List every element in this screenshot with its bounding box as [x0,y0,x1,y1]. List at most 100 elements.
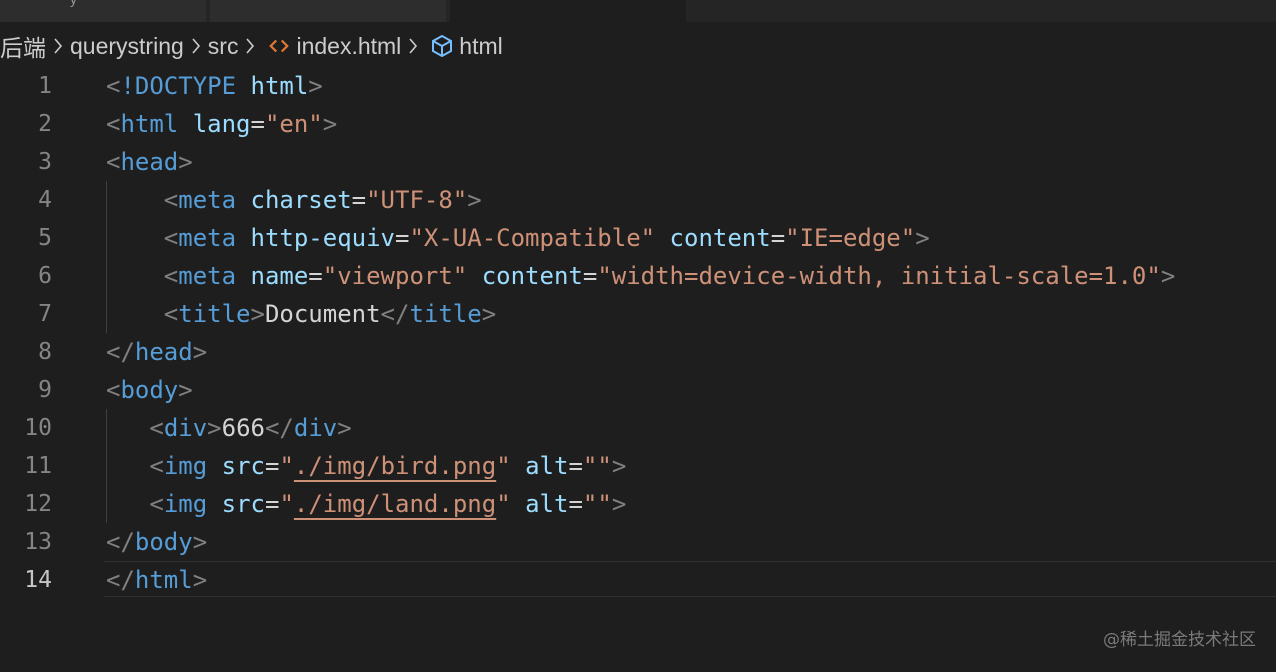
code-token: body [120,376,179,404]
editor-tab-2[interactable] [210,0,446,22]
chevron-right-icon [401,36,425,56]
code-token: > [481,300,497,328]
code-token: > [611,452,627,480]
code-token: > [611,490,627,518]
line-content: </head> [106,333,207,371]
code-token: < [149,490,164,518]
code-token: alt [525,452,569,480]
code-token: > [250,300,265,328]
code-line[interactable]: 4 <meta charset="UTF-8"> [0,181,1276,219]
line-content: </body> [106,523,207,561]
code-token: > [467,186,482,214]
code-token: < [106,148,121,176]
code-token: > [178,376,193,404]
breadcrumb-item-project[interactable]: querystring [70,33,184,60]
code-line[interactable]: 13 </body> [0,523,1276,561]
editor-tab-active[interactable] [450,0,686,22]
code-token: = [264,452,280,480]
line-content: <meta http-equiv="X-UA-Compatible" conte… [106,219,930,257]
code-token: </ [264,414,294,442]
code-token: meta [178,186,237,214]
line-number: 14 [24,567,52,593]
breadcrumb-item-file[interactable]: index.html [296,33,401,60]
line-number: 6 [38,263,52,289]
breadcrumb-item-src[interactable]: src [208,33,239,60]
code-line[interactable]: 12 <img src="./img/land.png" alt=""> [0,485,1276,523]
code-token: body [134,528,193,556]
code-token: lang [192,110,251,138]
code-token: = [568,490,583,518]
chevron-right-icon [238,36,262,56]
code-token: charset [250,186,352,214]
code-line[interactable]: 7 <title>Document</title> [0,295,1276,333]
line-content: <html lang="en"> [106,105,337,143]
code-token: " [279,490,294,518]
code-token: src [221,452,265,480]
code-token: alt [525,490,569,518]
line-content: <img src="./img/land.png" alt=""> [106,485,626,523]
code-token: = [308,262,323,290]
code-line[interactable]: 1 <!DOCTYPE html> [0,67,1276,105]
code-editor: y 后端 querystring src index.html [0,0,1276,672]
code-token: head [134,338,193,366]
breadcrumb: 后端 querystring src index.html html [0,28,503,64]
code-line[interactable]: 14 </html> [0,561,1276,599]
chevron-right-icon [46,36,70,56]
breadcrumb-item-folder[interactable]: 后端 [0,29,46,63]
code-token: > [308,72,323,100]
code-token: < [149,452,164,480]
code-token: Document [264,300,381,328]
line-number: 3 [38,149,52,175]
code-token: > [207,414,222,442]
code-token: < [149,414,164,442]
code-token: "X-UA-Compatible" [409,224,656,252]
line-content: <!DOCTYPE html> [106,67,323,105]
code-token: > [915,224,930,252]
code-token: ./img/land.png [293,490,497,518]
code-token: html [134,566,193,594]
code-area[interactable]: 1 <!DOCTYPE html> 2 <html lang="en"> 3 <head>… [0,67,1276,599]
code-token: = [351,186,367,214]
code-line[interactable]: 6 <meta name="viewport" content="width=d… [0,257,1276,295]
code-line[interactable]: 5 <meta http-equiv="X-UA-Compatible" con… [0,219,1276,257]
code-token: 666 [221,414,265,442]
code-line[interactable]: 10 <div>666</div> [0,409,1276,447]
code-token: </ [106,338,135,366]
code-line[interactable]: 2 <html lang="en"> [0,105,1276,143]
code-token: < [163,186,179,214]
code-token: title [178,300,251,328]
code-token: "" [582,452,612,480]
line-content: </html> [106,561,207,599]
code-token: > [178,148,193,176]
code-token: > [192,338,208,366]
code-line[interactable]: 11 <img src="./img/bird.png" alt=""> [0,447,1276,485]
code-token: </ [106,528,135,556]
line-number: 1 [38,73,52,99]
code-token: </ [380,300,410,328]
code-token: head [120,148,179,176]
code-line[interactable]: 3 <head> [0,143,1276,181]
code-line[interactable]: 9 <body> [0,371,1276,409]
breadcrumb-item-symbol[interactable]: html [459,33,502,60]
code-token: meta [178,224,237,252]
code-token: "en" [264,110,323,138]
code-token: < [163,300,179,328]
editor-tab-1[interactable]: y [0,0,206,22]
code-token: > [192,528,208,556]
code-token: img [163,490,208,518]
line-content: <div>666</div> [106,409,351,447]
code-token: div [293,414,338,442]
code-line[interactable]: 8 </head> [0,333,1276,371]
line-content: <meta name="viewport" content="width=dev… [106,257,1176,295]
code-token: > [1160,262,1176,290]
code-token: < [106,72,121,100]
